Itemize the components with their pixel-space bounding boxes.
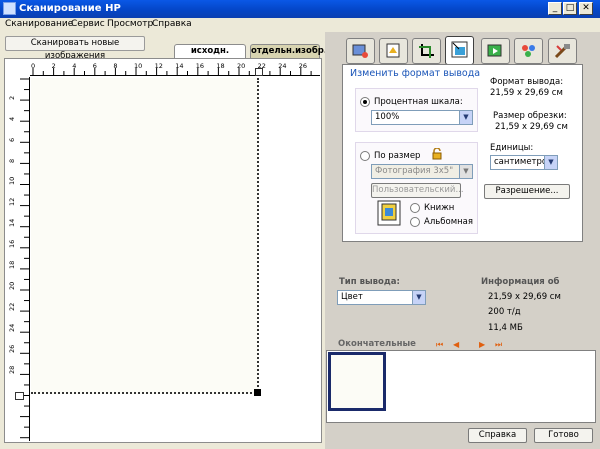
- custom-size-button[interactable]: Пользовательский...: [371, 183, 464, 198]
- photo-size-select[interactable]: Фотография 3x5" ▼: [371, 164, 473, 179]
- ruler-label: 16: [195, 62, 205, 70]
- info-size: 21,59 x 29,69 см: [488, 292, 561, 302]
- percent-select[interactable]: 100% ▼: [371, 110, 473, 125]
- orientation-preview-icon: [377, 200, 401, 226]
- ruler-label: 24: [278, 62, 287, 70]
- info-filesize: 11,4 МБ: [488, 323, 523, 333]
- by-size-radio[interactable]: [360, 151, 370, 161]
- units-value: сантиметро: [494, 157, 548, 167]
- photo-size-value: Фотография 3x5": [375, 166, 454, 176]
- close-button[interactable]: ✕: [579, 2, 593, 15]
- ruler-label: 26: [8, 345, 16, 354]
- ruler-label: 14: [175, 62, 184, 70]
- ruler-label: 2: [8, 95, 16, 101]
- tab-separate-image[interactable]: отдельн.изобр.: [250, 44, 327, 58]
- resolution-button[interactable]: Разрешение...: [484, 184, 570, 199]
- hp-scan-app-icon: [3, 2, 16, 15]
- output-format-value: 21,59 x 29,69 см: [490, 88, 563, 98]
- ruler-label: 26: [298, 62, 308, 70]
- percent-scale-label: Процентная шкала:: [374, 97, 463, 107]
- maximize-button[interactable]: □: [563, 2, 577, 15]
- chevron-down-icon: ▼: [459, 111, 472, 124]
- units-label: Единицы:: [490, 143, 534, 153]
- ruler-marker-left-icon[interactable]: [15, 392, 24, 400]
- crop-icon[interactable]: [412, 38, 441, 64]
- ruler-label: 4: [72, 62, 77, 70]
- last-page-icon[interactable]: ⏭: [495, 340, 502, 350]
- ruler-label: 14: [8, 218, 16, 227]
- ruler-label: 6: [8, 138, 16, 143]
- menu-bar: Сканирование Сервис Просмотр Справка: [0, 18, 600, 32]
- crop-size-value: 21,59 x 29,69 см: [495, 122, 568, 132]
- output-type-value: Цвет: [341, 292, 363, 302]
- help-button[interactable]: Справка: [468, 428, 527, 443]
- ruler-label: 6: [92, 62, 97, 70]
- tab-original-image[interactable]: исходн. изобр.: [174, 44, 246, 68]
- ruler-label: 24: [8, 323, 16, 333]
- ruler-label: 28: [8, 366, 16, 375]
- ruler-label: 20: [237, 62, 246, 70]
- ruler-label: 18: [216, 62, 225, 70]
- output-type-icon[interactable]: [346, 38, 375, 64]
- final-thumbnail[interactable]: [328, 352, 386, 411]
- lock-icon[interactable]: [432, 147, 442, 160]
- info-dpi: 200 т/д: [488, 307, 521, 317]
- ruler-label: 4: [8, 117, 16, 122]
- ruler-label: 12: [154, 62, 163, 70]
- landscape-radio[interactable]: [410, 217, 420, 227]
- percent-scale-radio[interactable]: [360, 97, 370, 107]
- sharpen-icon[interactable]: [481, 38, 510, 64]
- resize-icon[interactable]: [445, 36, 474, 65]
- ruler-label: 16: [8, 239, 16, 248]
- finals-label: Окончательные: [338, 339, 416, 349]
- title-bar: Сканирование HP _ □ ✕: [0, 0, 600, 18]
- by-size-label: По размер: [374, 151, 421, 161]
- crop-resize-handle[interactable]: [254, 389, 261, 396]
- first-page-icon[interactable]: ⏮: [436, 340, 443, 350]
- done-button[interactable]: Готово: [534, 428, 593, 443]
- landscape-label: Альбомная: [424, 217, 473, 227]
- crop-size-label: Размер обрезки:: [493, 111, 567, 121]
- portrait-radio[interactable]: [410, 203, 420, 213]
- ruler-label: 8: [8, 159, 16, 164]
- window-title: Сканирование HP: [19, 3, 121, 14]
- portrait-label: Книжн: [424, 203, 455, 213]
- chevron-down-icon: ▼: [459, 165, 472, 178]
- ruler-label: 2: [51, 62, 56, 70]
- scan-new-images-button[interactable]: Сканировать новые изображения: [5, 36, 145, 61]
- units-select[interactable]: сантиметро ▼: [490, 155, 558, 170]
- chevron-down-icon: ▼: [544, 156, 557, 169]
- ruler-label: 10: [8, 176, 16, 185]
- descreen-icon[interactable]: [514, 38, 543, 64]
- menu-view[interactable]: Просмотр: [107, 19, 153, 29]
- minimize-button[interactable]: _: [548, 2, 562, 15]
- ruler-label: 10: [134, 62, 143, 70]
- scanned-image-area[interactable]: [31, 78, 259, 394]
- next-page-icon[interactable]: ▶: [479, 340, 485, 349]
- prev-page-icon[interactable]: ◀: [453, 340, 459, 349]
- chevron-down-icon: ▼: [412, 291, 425, 304]
- percent-value: 100%: [375, 112, 400, 122]
- vertical-ruler: 2 4 6 8 10 12 14 16 18 20 22 24 26 28: [5, 77, 30, 441]
- ruler-label: 8: [113, 62, 118, 70]
- ruler-label: 22: [8, 302, 16, 312]
- ruler-label: 12: [8, 197, 16, 206]
- ruler-label: 0: [31, 62, 36, 70]
- tools-icon[interactable]: [548, 38, 577, 64]
- output-format-label: Формат вывода:: [490, 77, 564, 87]
- color-adjust-icon[interactable]: [379, 38, 408, 64]
- ruler-label: 20: [8, 281, 16, 290]
- horizontal-ruler: 0 2 4 6 8 10 12 14 16 18 20 22 24 26: [30, 62, 320, 76]
- output-type-select[interactable]: Цвет ▼: [337, 290, 426, 305]
- menu-scan[interactable]: Сканирование: [5, 19, 73, 29]
- menu-service[interactable]: Сервис: [71, 19, 105, 29]
- info-label: Информация об: [481, 277, 560, 287]
- resize-title: Изменить формат вывода: [350, 68, 481, 79]
- menu-help[interactable]: Справка: [152, 19, 192, 29]
- ruler-label: 18: [8, 260, 16, 269]
- output-type-label: Тип вывода:: [339, 277, 400, 287]
- ruler-marker-top-icon[interactable]: [255, 68, 263, 76]
